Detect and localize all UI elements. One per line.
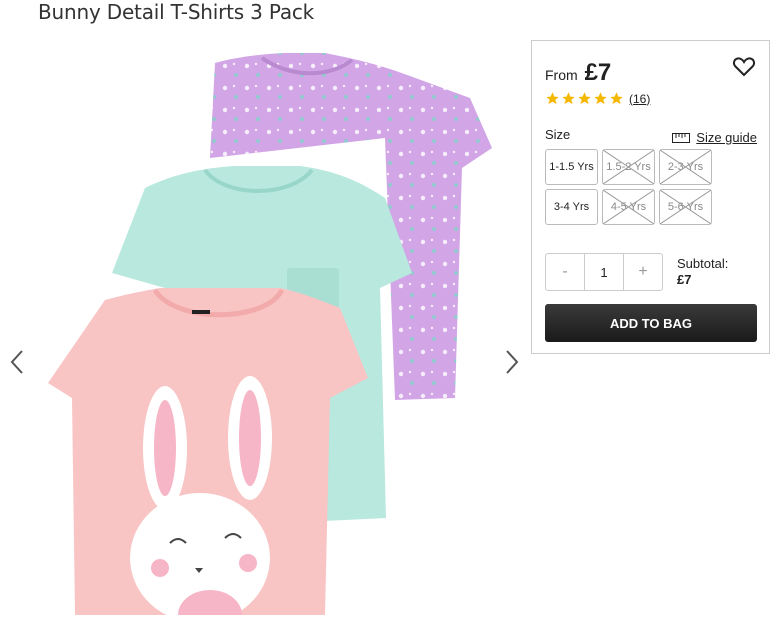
size-label: Size (545, 127, 571, 142)
unavailable-cross-icon (603, 150, 654, 184)
size-option-label: 3-4 Yrs (553, 201, 590, 213)
subtotal-label: Subtotal: (677, 256, 729, 271)
size-option[interactable]: 1-1.5 Yrs (545, 149, 598, 185)
subtotal: Subtotal: £7 (677, 256, 728, 288)
page-title: Bunny Detail T-Shirts 3 Pack (38, 0, 315, 24)
unavailable-cross-icon (603, 190, 654, 224)
size-option[interactable]: 2-3 Yrs (659, 149, 712, 185)
next-image-arrow[interactable] (502, 348, 522, 376)
price-from-label: From (545, 67, 578, 83)
review-count-link[interactable]: (16) (629, 92, 650, 106)
add-to-bag-button[interactable]: ADD TO BAG (545, 304, 757, 342)
chevron-right-icon (506, 350, 519, 374)
product-image-gallery (0, 38, 530, 620)
size-option[interactable]: 1.5-2 Yrs (602, 149, 655, 185)
star-icon (578, 92, 591, 105)
star-icon (546, 92, 559, 105)
unavailable-cross-icon (660, 190, 711, 224)
previous-image-arrow[interactable] (7, 348, 27, 376)
price-block: From £7 (545, 59, 611, 87)
size-options: 1-1.5 Yrs 1.5-2 Yrs2-3 Yrs 3-4 Yrs 4-5 Yrs5… (545, 149, 725, 225)
review-count: 16 (633, 91, 647, 106)
increase-quantity-button[interactable]: + (624, 254, 662, 290)
price: £7 (584, 59, 612, 86)
size-option-label: 1-1.5 Yrs (549, 161, 594, 173)
size-guide-label: Size guide (696, 130, 757, 145)
unavailable-cross-icon (660, 150, 711, 184)
size-option[interactable]: 4-5 Yrs (602, 189, 655, 225)
quantity-value[interactable]: 1 (584, 254, 624, 290)
decrease-quantity-button[interactable]: - (546, 254, 584, 290)
star-icon (594, 92, 607, 105)
star-icon (610, 92, 623, 105)
rating-stars: (16) (545, 91, 650, 106)
wishlist-button[interactable] (732, 54, 756, 78)
product-image (48, 53, 492, 620)
size-guide-link[interactable]: Size guide (672, 130, 757, 145)
ruler-icon (672, 132, 691, 143)
star-icon (562, 92, 575, 105)
product-purchase-panel: From £7 (16) Size Size guide 1-1.5 Yrs 1.… (531, 40, 770, 354)
size-option[interactable]: 5-6 Yrs (659, 189, 712, 225)
subtotal-value: £7 (677, 272, 692, 287)
size-option[interactable]: 3-4 Yrs (545, 189, 598, 225)
chevron-left-icon (10, 350, 23, 374)
quantity-stepper: - 1 + (545, 253, 663, 291)
heart-icon (732, 57, 756, 77)
